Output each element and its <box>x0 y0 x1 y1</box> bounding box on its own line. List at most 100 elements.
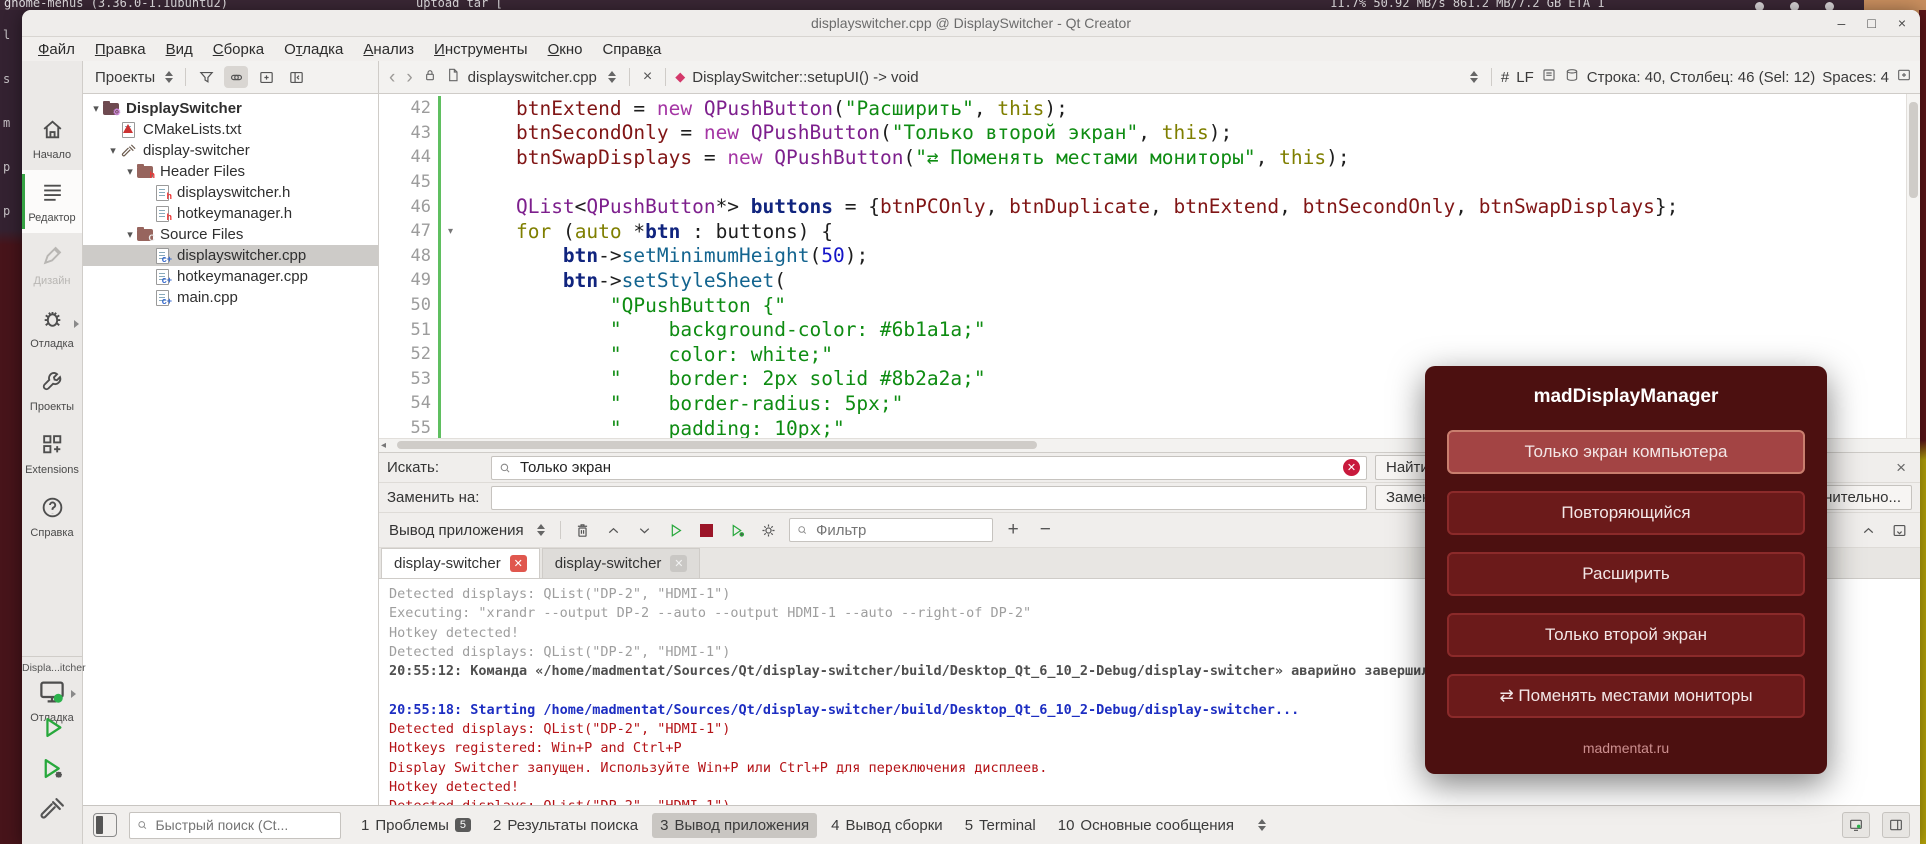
debug-run-button[interactable] <box>39 755 66 787</box>
display-mode-button[interactable]: Только второй экран <box>1447 613 1805 657</box>
expander-icon[interactable]: ▾ <box>89 102 103 115</box>
tree-item-Header Files[interactable]: ▾hHeader Files <box>83 161 378 182</box>
tree-item-displayswitcher.h[interactable]: hdisplayswitcher.h <box>83 182 378 203</box>
editor-vertical-scrollbar[interactable] <box>1906 94 1920 438</box>
title-bar[interactable]: displayswitcher.cpp @ DisplaySwitcher - … <box>22 10 1920 37</box>
sidebar-item-редактор[interactable]: Редактор <box>22 170 82 233</box>
menu-Файл[interactable]: Файл <box>28 39 85 60</box>
close-button[interactable]: × <box>1898 16 1906 30</box>
replace-input[interactable] <box>498 488 1360 507</box>
rerun-icon[interactable] <box>665 519 687 541</box>
display-mode-button[interactable]: Повторяющийся <box>1447 491 1805 535</box>
menu-Справка[interactable]: Справка <box>592 39 671 60</box>
symbol-selector-arrows-icon[interactable] <box>1470 71 1478 83</box>
collapse-pane-icon[interactable] <box>1857 519 1879 541</box>
zoom-out-output-button[interactable]: − <box>1034 519 1057 541</box>
sidebar-item-начало[interactable]: Начало <box>22 107 82 170</box>
code-line[interactable]: 46 QList<QPushButton*> buttons = {btnPCO… <box>379 194 1907 219</box>
toggle-left-sidebar-icon[interactable] <box>93 813 117 837</box>
expander-icon[interactable]: ▾ <box>106 144 120 157</box>
settings-gear-icon[interactable] <box>758 519 780 541</box>
tree-item-main.cpp[interactable]: c+main.cpp <box>83 287 378 308</box>
tree-item-hotkeymanager.h[interactable]: hhotkeymanager.h <box>83 203 378 224</box>
menu-Инструменты[interactable]: Инструменты <box>424 39 538 60</box>
sidebar-item-справка[interactable]: Справка <box>22 485 82 548</box>
clear-search-icon[interactable]: ✕ <box>1343 459 1360 476</box>
menu-Правка[interactable]: Правка <box>85 39 156 60</box>
find-field[interactable]: ✕ <box>491 456 1367 480</box>
scroll-left-icon[interactable]: ◂ <box>381 440 386 451</box>
stop-icon[interactable] <box>696 519 718 541</box>
output-tab-display-switcher[interactable]: display-switcher✕ <box>542 548 701 578</box>
menu-Анализ[interactable]: Анализ <box>353 39 424 60</box>
sidebar-item-отладка[interactable]: Отладка <box>22 296 82 359</box>
code-line[interactable]: 47▾ for (auto *btn : buttons) { <box>379 219 1907 244</box>
code-line[interactable]: 52 " color: white;" <box>379 342 1907 367</box>
zoom-in-output-button[interactable]: + <box>1002 519 1025 541</box>
scroll-up-icon[interactable] <box>603 519 625 541</box>
overlay-footer-link[interactable]: madmentat.ru <box>1447 740 1805 756</box>
line-ending-indicator[interactable]: LF <box>1516 69 1534 86</box>
back-icon[interactable]: ‹ <box>387 68 397 87</box>
clear-output-icon[interactable] <box>572 519 594 541</box>
sidebar-item-проекты[interactable]: Проекты <box>22 359 82 422</box>
close-panel-icon[interactable] <box>284 66 308 88</box>
document-properties-icon[interactable] <box>1541 67 1557 87</box>
display-mode-button[interactable]: ⇄ Поменять местами мониторы <box>1447 674 1805 718</box>
close-tab-icon[interactable]: ✕ <box>670 555 687 572</box>
maximize-pane-icon[interactable] <box>1888 519 1910 541</box>
display-mode-button[interactable]: Расширить <box>1447 552 1805 596</box>
output-filter-input[interactable] <box>814 521 986 540</box>
output-pane-title[interactable]: Вывод приложения <box>389 522 524 539</box>
fold-marker-icon[interactable]: ▾ <box>441 226 460 237</box>
output-panes-arrows-icon[interactable] <box>1258 819 1266 831</box>
forward-icon[interactable]: › <box>404 68 414 87</box>
tree-item-display-switcher[interactable]: ▾display-switcher <box>83 140 378 161</box>
code-line[interactable]: 43 btnSecondOnly = new QPushButton("Толь… <box>379 121 1907 146</box>
code-line[interactable]: 45 <box>379 170 1907 195</box>
tree-item-DisplaySwitcher[interactable]: ▾⚙DisplaySwitcher <box>83 98 378 119</box>
tree-item-displayswitcher.cpp[interactable]: c+displayswitcher.cpp <box>83 245 378 266</box>
expander-icon[interactable]: ▾ <box>123 228 137 241</box>
projects-panel-title[interactable]: Проекты <box>95 69 155 86</box>
display-mode-button[interactable]: Только экран компьютера <box>1447 430 1805 474</box>
scroll-down-icon[interactable] <box>634 519 656 541</box>
split-panel-icon[interactable] <box>254 66 278 88</box>
line-number-toggle[interactable]: # <box>1501 69 1509 86</box>
expander-icon[interactable]: ▾ <box>123 165 137 178</box>
toggle-right-sidebar-icon[interactable] <box>1882 812 1910 838</box>
sync-with-editor-icon[interactable] <box>224 66 248 88</box>
menu-Сборка[interactable]: Сборка <box>203 39 274 60</box>
code-line[interactable]: 44 btnSwapDisplays = new QPushButton("⇄ … <box>379 145 1907 170</box>
database-icon[interactable] <box>1564 67 1580 87</box>
code-line[interactable]: 50 "QPushButton {" <box>379 293 1907 318</box>
output-pane-selector-icon[interactable] <box>537 524 545 536</box>
output-pane-tab-Результаты поиска[interactable]: 2Результаты поиска <box>485 813 646 838</box>
close-tab-icon[interactable]: ✕ <box>510 555 527 572</box>
maximize-button[interactable]: □ <box>1867 16 1875 30</box>
debug-rerun-icon[interactable] <box>727 519 749 541</box>
tree-item-hotkeymanager.cpp[interactable]: c+hotkeymanager.cpp <box>83 266 378 287</box>
output-pane-tab-Terminal[interactable]: 5Terminal <box>957 813 1044 838</box>
output-filter-field[interactable] <box>789 518 993 542</box>
tree-item-Source Files[interactable]: ▾CSource Files <box>83 224 378 245</box>
output-pane-tab-Основные сообщения[interactable]: 10Основные сообщения <box>1050 813 1242 838</box>
minimize-button[interactable]: – <box>1838 16 1846 30</box>
code-line[interactable]: 48 btn->setMinimumHeight(50); <box>379 244 1907 269</box>
locator-input[interactable] <box>153 816 334 834</box>
run-button[interactable] <box>39 714 66 746</box>
progress-indicator-icon[interactable] <box>1842 812 1870 838</box>
panel-selector-arrows-icon[interactable] <box>165 71 173 83</box>
output-pane-tab-Вывод приложения[interactable]: 3Вывод приложения <box>652 813 817 838</box>
current-symbol[interactable]: DisplaySwitcher::setupUI() -> void <box>692 69 918 86</box>
code-line[interactable]: 51 " background-color: #6b1a1a;" <box>379 317 1907 342</box>
sidebar-item-extensions[interactable]: Extensions <box>22 422 82 485</box>
close-file-icon[interactable]: × <box>639 68 656 86</box>
indent-settings[interactable]: Spaces: 4 <box>1822 69 1889 86</box>
menu-Вид[interactable]: Вид <box>156 39 203 60</box>
mad-display-manager-window[interactable]: madDisplayManager Только экран компьютер… <box>1425 366 1827 774</box>
open-file-name[interactable]: displayswitcher.cpp <box>468 69 597 86</box>
close-find-bar-icon[interactable]: × <box>1890 458 1912 478</box>
locator-field[interactable] <box>129 812 341 839</box>
split-editor-icon[interactable] <box>1896 67 1912 87</box>
